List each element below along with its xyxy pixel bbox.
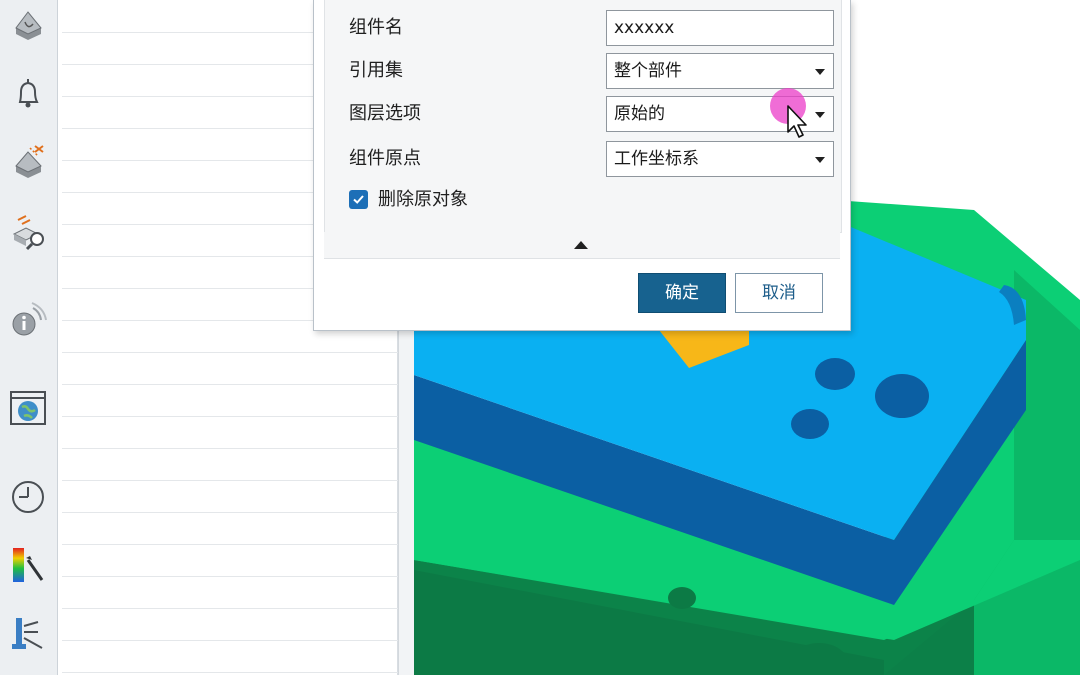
chevron-down-icon: [815, 69, 825, 75]
list-item[interactable]: [62, 608, 398, 641]
view-inspect-icon[interactable]: [8, 212, 48, 252]
reference-set-value: 整个部件: [614, 61, 682, 81]
chevron-down-icon: [815, 157, 825, 163]
component-name-input[interactable]: xxxxxx: [606, 10, 834, 46]
list-item[interactable]: [62, 576, 398, 609]
checkmark-icon: [353, 195, 364, 204]
component-name-label: 组件名: [349, 17, 403, 38]
cancel-button[interactable]: 取消: [735, 273, 823, 313]
notification-bell-icon[interactable]: [8, 74, 48, 114]
info-wireless-icon[interactable]: [8, 300, 48, 340]
component-origin-value: 工作坐标系: [614, 149, 699, 169]
delete-original-checkbox[interactable]: [349, 190, 368, 209]
chevron-down-icon: [815, 112, 825, 118]
mouse-pointer-icon: [787, 105, 807, 138]
part-navigator-icon[interactable]: [8, 6, 48, 46]
history-clock-icon[interactable]: [8, 476, 48, 516]
reference-set-select[interactable]: 整个部件: [606, 53, 834, 89]
list-item[interactable]: [62, 512, 398, 545]
list-item[interactable]: [62, 640, 398, 673]
component-origin-select[interactable]: 工作坐标系: [606, 141, 834, 177]
globe-browser-icon[interactable]: [8, 388, 48, 428]
layer-option-label: 图层选项: [349, 103, 421, 124]
list-item[interactable]: [62, 448, 398, 481]
chevron-up-icon: [574, 241, 588, 249]
ok-button[interactable]: 确定: [638, 273, 726, 313]
list-item[interactable]: [62, 544, 398, 577]
reference-set-label: 引用集: [349, 60, 403, 81]
assembly-constraint-icon[interactable]: [8, 142, 48, 182]
list-item[interactable]: [62, 416, 398, 449]
layer-option-value: 原始的: [614, 104, 665, 124]
list-item[interactable]: [62, 352, 398, 385]
dialog-settings-group: 组件名 xxxxxx 引用集 整个部件 图层选项 原始的 组件原点 工作坐标系 …: [324, 0, 842, 233]
delete-original-label: 删除原对象: [378, 189, 468, 210]
collapse-section-toggle[interactable]: [324, 232, 840, 259]
list-item[interactable]: [62, 480, 398, 513]
resource-bar: [0, 0, 58, 675]
color-palette-icon[interactable]: [8, 546, 48, 586]
component-origin-label: 组件原点: [349, 148, 421, 169]
create-component-dialog: 组件名 xxxxxx 引用集 整个部件 图层选项 原始的 组件原点 工作坐标系 …: [313, 0, 851, 331]
list-item[interactable]: [62, 384, 398, 417]
tool-fixture-icon[interactable]: [8, 614, 48, 654]
